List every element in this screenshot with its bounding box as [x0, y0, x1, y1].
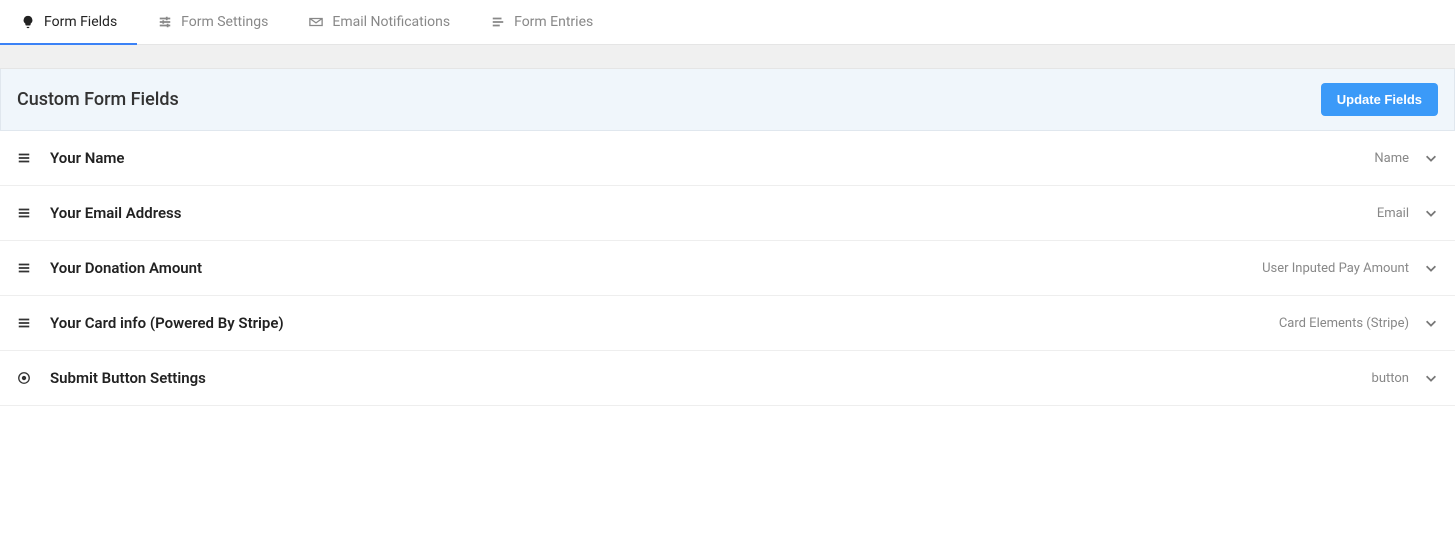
chevron-down-icon[interactable]: [1423, 370, 1439, 386]
field-row-left: Your Card info (Powered By Stripe): [16, 314, 284, 332]
field-list: Your Name Name Your Email Address Email: [0, 131, 1455, 406]
tab-form-entries[interactable]: Form Entries: [470, 0, 613, 44]
mail-icon: [308, 14, 324, 30]
chevron-down-icon[interactable]: [1423, 315, 1439, 331]
field-row-card-info[interactable]: Your Card info (Powered By Stripe) Card …: [0, 296, 1455, 351]
tab-label: Form Entries: [514, 14, 593, 30]
field-row-right: Email: [1377, 205, 1439, 221]
field-type-label: Name: [1374, 151, 1409, 166]
tab-form-fields[interactable]: Form Fields: [0, 0, 137, 44]
drag-handle-icon[interactable]: [16, 205, 32, 221]
tab-label: Form Settings: [181, 14, 268, 30]
field-row-left: Your Email Address: [16, 204, 181, 222]
field-row-left: Your Name: [16, 149, 125, 167]
field-label: Your Donation Amount: [50, 259, 202, 277]
field-row-right: button: [1372, 370, 1439, 386]
field-row-email[interactable]: Your Email Address Email: [0, 186, 1455, 241]
chevron-down-icon[interactable]: [1423, 150, 1439, 166]
field-label: Your Email Address: [50, 204, 181, 222]
field-row-submit-button[interactable]: Submit Button Settings button: [0, 351, 1455, 406]
chevron-down-icon[interactable]: [1423, 205, 1439, 221]
drag-handle-icon[interactable]: [16, 315, 32, 331]
field-row-right: Name: [1374, 150, 1439, 166]
field-type-label: button: [1372, 371, 1409, 386]
panel-header: Custom Form Fields Update Fields: [0, 69, 1455, 131]
field-row-name[interactable]: Your Name Name: [0, 131, 1455, 186]
field-row-right: Card Elements (Stripe): [1279, 315, 1439, 331]
sub-bar: [0, 45, 1455, 69]
field-type-label: Email: [1377, 206, 1409, 221]
tab-label: Email Notifications: [332, 14, 450, 30]
field-label: Submit Button Settings: [50, 369, 206, 387]
field-label: Your Name: [50, 149, 125, 167]
field-row-left: Your Donation Amount: [16, 259, 202, 277]
sliders-icon: [157, 14, 173, 30]
record-icon: [16, 370, 32, 386]
field-row-left: Submit Button Settings: [16, 369, 206, 387]
tab-bar: Form Fields Form Settings Email Notifica…: [0, 0, 1455, 45]
chevron-down-icon[interactable]: [1423, 260, 1439, 276]
drag-handle-icon[interactable]: [16, 150, 32, 166]
update-fields-button[interactable]: Update Fields: [1321, 83, 1438, 116]
field-row-donation-amount[interactable]: Your Donation Amount User Inputed Pay Am…: [0, 241, 1455, 296]
tab-email-notifications[interactable]: Email Notifications: [288, 0, 470, 44]
tab-label: Form Fields: [44, 14, 117, 30]
field-type-label: Card Elements (Stripe): [1279, 316, 1409, 331]
drag-handle-icon[interactable]: [16, 260, 32, 276]
panel-title: Custom Form Fields: [17, 89, 179, 110]
field-label: Your Card info (Powered By Stripe): [50, 314, 284, 332]
list-icon: [490, 14, 506, 30]
field-row-right: User Inputed Pay Amount: [1262, 260, 1439, 276]
tab-form-settings[interactable]: Form Settings: [137, 0, 288, 44]
bulb-icon: [20, 14, 36, 30]
field-type-label: User Inputed Pay Amount: [1262, 261, 1409, 276]
